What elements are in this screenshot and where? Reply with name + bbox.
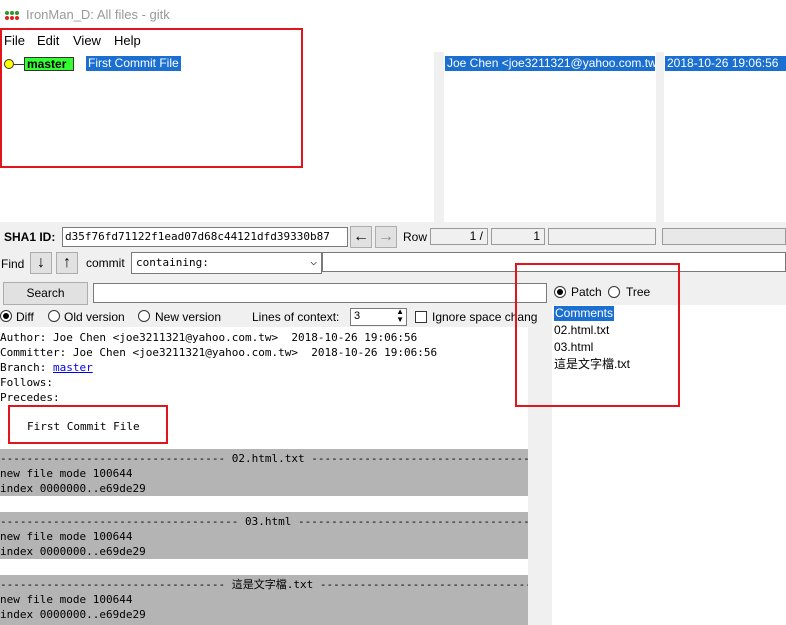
annotation-box-commit-message xyxy=(8,405,168,444)
diff-radio[interactable] xyxy=(0,310,12,322)
diff-file-block: ---------------------------------- 02.ht… xyxy=(0,449,528,496)
sha1-field[interactable]: d35f76fd71122f1ead07d68c44121dfd39330b87 xyxy=(62,227,348,247)
annotation-box-file-list xyxy=(515,263,680,407)
find-down-button[interactable]: ↓ xyxy=(30,252,52,274)
branch-link[interactable]: master xyxy=(53,361,93,374)
diff-file-index: index 0000000..e69de29 xyxy=(0,545,146,558)
diff-branch-line: Branch: master xyxy=(0,360,93,375)
progress-box xyxy=(548,228,656,245)
diff-file-index: index 0000000..e69de29 xyxy=(0,608,146,621)
context-spinbox[interactable]: 3 ▲ ▼ xyxy=(350,308,407,326)
find-up-button[interactable]: ↑ xyxy=(56,252,78,274)
find-mode-value: containing: xyxy=(136,256,209,269)
new-version-radio[interactable] xyxy=(138,310,150,322)
commit-author-pane[interactable]: Joe Chen <joe3211321@yahoo.com.tw> xyxy=(444,52,656,222)
diff-file-block: ---------------------------------- 這是文字檔… xyxy=(0,575,528,625)
context-label: Lines of context: xyxy=(252,310,340,324)
old-version-radio[interactable] xyxy=(48,310,60,322)
diff-author-line: Author: Joe Chen <joe3211321@yahoo.com.t… xyxy=(0,331,418,344)
arrow-right-icon: → xyxy=(378,228,394,245)
back-button[interactable]: ← xyxy=(350,226,372,248)
search-button[interactable]: Search xyxy=(3,282,88,305)
spin-arrows-icon: ▲ ▼ xyxy=(396,307,404,324)
diff-file-header: ------------------------------------ 03.… xyxy=(0,515,528,528)
commit-author[interactable]: Joe Chen <joe3211321@yahoo.com.tw> xyxy=(445,56,655,71)
diff-precedes-line: Precedes: xyxy=(0,391,60,404)
diff-file-index: index 0000000..e69de29 xyxy=(0,482,146,495)
diff-radio-label: Diff xyxy=(16,310,34,324)
diff-file-mode: new file mode 100644 xyxy=(0,467,133,480)
sha1-label: SHA1 ID: xyxy=(4,230,56,244)
gitk-app-icon xyxy=(5,11,21,21)
diff-follows-line: Follows: xyxy=(0,376,53,389)
window-title: IronMan_D: All files - gitk xyxy=(26,7,170,22)
diff-file-mode: new file mode 100644 xyxy=(0,593,133,606)
arrow-left-icon: ← xyxy=(353,228,369,245)
status-box xyxy=(662,228,786,245)
arrow-down-icon: ↓ xyxy=(37,254,45,271)
chevron-down-icon: ⌵ xyxy=(310,255,317,268)
row-total: 1 xyxy=(491,228,545,245)
diff-file-header: ---------------------------------- 這是文字檔… xyxy=(0,578,528,591)
annotation-box-commit-graph xyxy=(0,28,303,168)
forward-button[interactable]: → xyxy=(375,226,397,248)
diff-committer-line: Committer: Joe Chen <joe3211321@yahoo.co… xyxy=(0,346,438,359)
row-current: 1 / xyxy=(430,228,488,245)
branch-prefix: Branch: xyxy=(0,361,53,374)
arrow-up-icon: ↑ xyxy=(63,254,71,271)
find-label: Find xyxy=(1,257,25,271)
row-label: Row xyxy=(403,230,428,244)
diff-file-mode: new file mode 100644 xyxy=(0,530,133,543)
commit-date[interactable]: 2018-10-26 19:06:56 xyxy=(665,56,786,71)
search-input[interactable] xyxy=(93,283,547,303)
new-version-label: New version xyxy=(155,310,222,324)
find-mode-select[interactable]: containing: ⌵ xyxy=(131,252,322,274)
find-commit-label: commit xyxy=(86,256,125,270)
diff-file-header: ---------------------------------- 02.ht… xyxy=(0,452,528,465)
old-version-label: Old version xyxy=(64,310,125,324)
ignore-space-checkbox[interactable] xyxy=(415,311,427,323)
context-value: 3 xyxy=(354,310,361,322)
title-bar: IronMan_D: All files - gitk xyxy=(0,0,786,30)
diff-file-block: ------------------------------------ 03.… xyxy=(0,512,528,559)
diff-pane[interactable]: Author: Joe Chen <joe3211321@yahoo.com.t… xyxy=(0,327,544,625)
commit-date-pane[interactable]: 2018-10-26 19:06:56 xyxy=(664,52,786,222)
